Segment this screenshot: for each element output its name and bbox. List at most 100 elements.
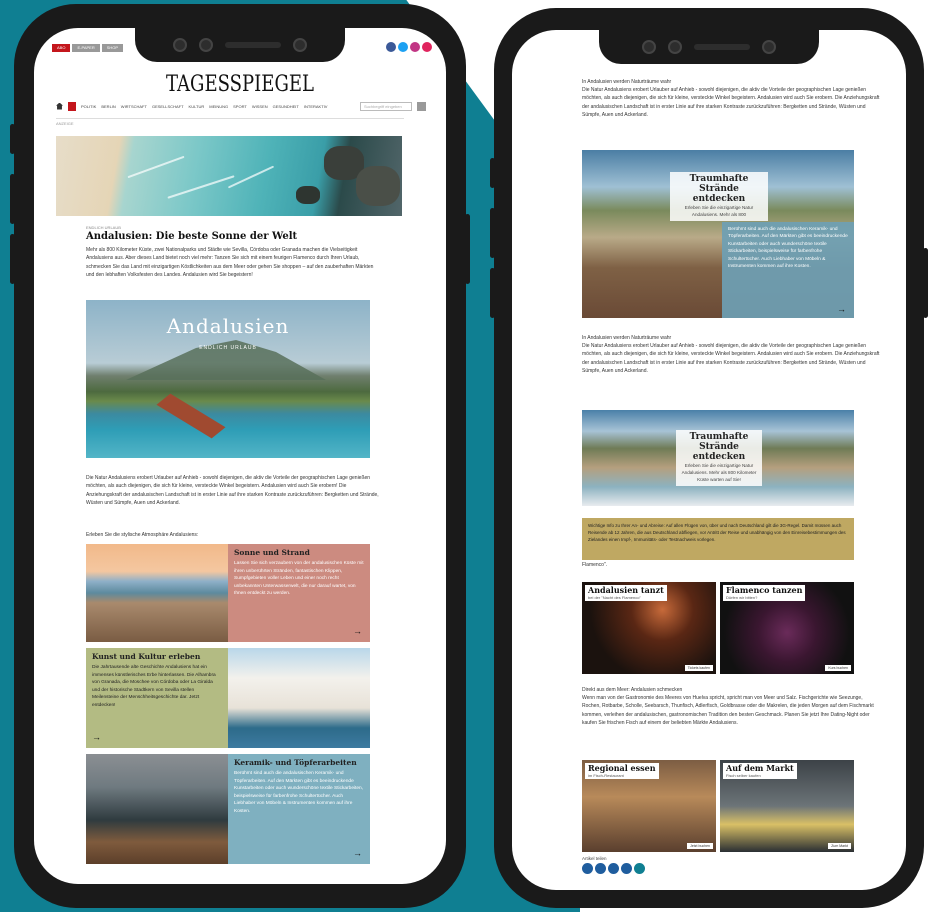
paragraph-text: Wenn man von der Gastronomie des Meeres …	[582, 695, 874, 726]
tile-subtitle: Dürfen wir bitten?	[726, 595, 758, 600]
linkedin-icon[interactable]	[608, 863, 619, 874]
phone-volume-up	[490, 208, 495, 258]
site-logo[interactable]: TAGESSPIEGEL	[71, 72, 409, 97]
phone-power-button	[465, 214, 470, 284]
arrow-right-icon[interactable]: →	[353, 848, 362, 858]
tile-regional-essen[interactable]: Regional essen im Fisch-Restaurant Jetzt…	[582, 760, 716, 852]
tile-title: Andalusien tanzt	[588, 585, 664, 595]
utility-tab[interactable]: ABO	[52, 44, 71, 52]
arrow-right-icon[interactable]: →	[837, 304, 846, 314]
email-icon[interactable]	[621, 863, 632, 874]
teaser-card-straende-2[interactable]: Traumhafte Strände entdecken Erleben Sie…	[582, 410, 854, 506]
market-button[interactable]: Zum Markt	[828, 843, 851, 849]
search-input[interactable]: Suchbegriff eingeben	[360, 101, 412, 111]
phone-screen-right: In Andalusien werden Naturträume wahr Di…	[512, 30, 906, 890]
travel-notice: Wichtige Info zu Ihrer An- und Abreise: …	[582, 518, 854, 560]
flamenco-tiles: Andalusien tanzt bei der "Nacht des Flam…	[582, 582, 854, 674]
nav-item[interactable]: WIRTSCHAFT	[121, 104, 147, 109]
card-text: Keramik- und Töpferarbeiten Berühmt sind…	[228, 754, 370, 864]
sensor-icon	[668, 40, 682, 54]
phone-side-button	[490, 158, 495, 188]
book-button[interactable]: Jetzt buchen	[687, 843, 713, 849]
main-navigation: POLITIK BERLIN WIRTSCHAFT GESELLSCHAFT K…	[56, 100, 426, 112]
tile-title: Flamenco tanzen	[726, 585, 803, 595]
nav-item[interactable]: MEINUNG	[209, 104, 228, 109]
home-icon[interactable]	[56, 102, 63, 110]
twitter-icon[interactable]	[398, 42, 408, 52]
teaser-card-kunst[interactable]: Kunst und Kultur erleben Die Jahrtausend…	[86, 648, 370, 748]
rock-shape	[296, 186, 320, 204]
card-title-box: Traumhafte Strände entdecken Erleben Sie…	[676, 430, 762, 486]
phone-screen-left: ABO E-PAPER SHOP TAGESSPIEGEL POLITIK BE…	[34, 28, 446, 884]
pier-shape	[156, 393, 226, 439]
tile-subtitle: bei der "Nacht des Flamenco"	[588, 595, 641, 600]
card-title: Traumhafte Strände entdecken	[689, 432, 749, 462]
top-utility-bar: ABO E-PAPER SHOP	[52, 44, 124, 52]
tile-auf-dem-markt[interactable]: Auf dem Markt Fisch selber kaufen Zum Ma…	[720, 760, 854, 852]
rock-shape	[356, 166, 400, 206]
phone-volume-down	[490, 268, 495, 318]
instagram-icon[interactable]	[410, 42, 420, 52]
card-title: Traumhafte Strände entdecken	[689, 174, 749, 204]
nav-item[interactable]: GESUNDHEIT	[273, 104, 299, 109]
nav-item[interactable]: KULTUR	[189, 104, 205, 109]
teaser-card-straende[interactable]: Traumhafte Strände entdecken Erleben Sie…	[582, 150, 854, 318]
course-button[interactable]: Kurs buchen	[825, 665, 851, 671]
nav-item[interactable]: INTERAKTIV	[304, 104, 328, 109]
facebook-icon[interactable]	[582, 863, 593, 874]
teaser-card-sonne[interactable]: Sonne und Strand Lassen Sie sich verzaub…	[86, 544, 370, 642]
phone-mockup-right: In Andalusien werden Naturträume wahr Di…	[490, 8, 928, 908]
facebook-icon[interactable]	[386, 42, 396, 52]
article-kicker: ENDLICH URLAUB	[86, 225, 121, 230]
tile-label: Regional essen im Fisch-Restaurant	[585, 763, 659, 779]
utility-tab[interactable]: SHOP	[101, 44, 124, 52]
nav-item[interactable]: WISSEN	[252, 104, 268, 109]
nav-item[interactable]: GESELLSCHAFT	[152, 104, 184, 109]
share-label: Artikel teilen	[582, 856, 607, 861]
tile-subtitle: im Fisch-Restaurant	[588, 773, 624, 778]
tile-label: Auf dem Markt Fisch selber kaufen	[723, 763, 797, 779]
section-paragraph: Direkt aus dem Meer: Andalusien schmecke…	[582, 686, 882, 727]
article-headline: Andalusien: Die beste Sonne der Welt	[86, 231, 298, 242]
wave-foam	[167, 175, 235, 199]
arrow-right-icon[interactable]: →	[92, 732, 101, 742]
tile-title: Regional essen	[588, 763, 656, 773]
paragraph-title: In Andalusien werden Naturträume wahr	[582, 79, 672, 85]
nav-item[interactable]: SPORT	[233, 104, 247, 109]
card-text: Kunst und Kultur erleben Die Jahrtausend…	[86, 648, 228, 748]
tile-andalusien-tanzt[interactable]: Andalusien tanzt bei der "Nacht des Flam…	[582, 582, 716, 674]
search-icon[interactable]	[417, 101, 426, 111]
nav-item[interactable]: POLITIK	[81, 104, 96, 109]
section-paragraph: In Andalusien werden Naturträume wahr Di…	[582, 78, 882, 119]
sensor-icon	[199, 38, 213, 52]
twitter-icon[interactable]	[595, 863, 606, 874]
breadcrumb: ANZEIGE	[56, 118, 404, 126]
teaser-card-keramik[interactable]: Keramik- und Töpferarbeiten Berühmt sind…	[86, 754, 370, 864]
tickets-button[interactable]: Tickets kaufen	[684, 665, 713, 671]
article-body: Die Natur Andalusiens erobert Urlauber a…	[86, 475, 379, 507]
notice-text: Wichtige Info zu Ihrer An- und Abreise: …	[588, 523, 846, 542]
paragraph-text: Die Natur Andalusiens erobert Urlauber a…	[582, 343, 880, 374]
tile-label: Flamenco tanzen Dürfen wir bitten?	[723, 585, 806, 601]
tile-title: Auf dem Markt	[726, 763, 794, 773]
card-description: Die Jahrtausende alte Geschichte Andalus…	[92, 665, 216, 708]
youtube-icon[interactable]	[422, 42, 432, 52]
hero-image-coast	[56, 136, 402, 216]
speaker-grille	[694, 44, 750, 50]
card-image-village	[228, 648, 370, 748]
tile-flamenco-tanzen[interactable]: Flamenco tanzen Dürfen wir bitten? Kurs …	[720, 582, 854, 674]
nav-item[interactable]: BERLIN	[101, 104, 115, 109]
card-description: Berühmt sind auch die andalusischen Kera…	[234, 771, 364, 814]
phone-volume-down	[10, 234, 15, 284]
utility-tab[interactable]: E-PAPER	[72, 44, 100, 52]
arrow-right-icon[interactable]: →	[353, 626, 362, 636]
article-lead-in: Erleben Sie die stylische Atmosphäre And…	[86, 532, 199, 538]
telegram-icon[interactable]	[634, 863, 645, 874]
article-intro: Mehr als 800 Kilometer Küste, zwei Natio…	[86, 247, 374, 279]
section-paragraph: In Andalusien werden Naturträume wahr Di…	[582, 334, 882, 375]
phone-notch	[599, 30, 819, 64]
phone-mockup-left: ABO E-PAPER SHOP TAGESSPIEGEL POLITIK BE…	[10, 4, 470, 908]
plus-badge-icon[interactable]	[68, 101, 76, 111]
card-description: Berühmt sind auch die andalusischen Kera…	[728, 227, 848, 270]
card-subtitle: Erleben Sie die einzigartige Natur Andal…	[681, 463, 757, 482]
